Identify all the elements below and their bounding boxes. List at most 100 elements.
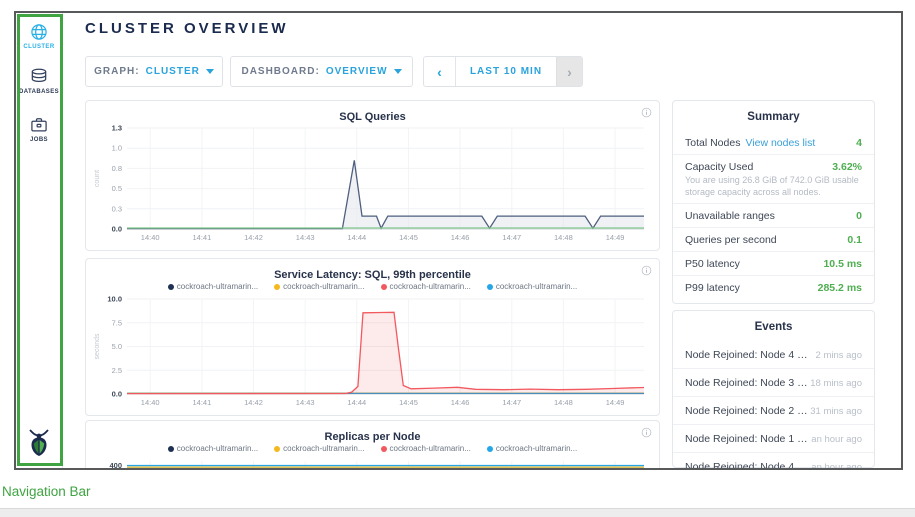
cockroach-logo[interactable] <box>26 428 52 463</box>
svg-text:0.5: 0.5 <box>112 184 122 193</box>
prev-time-button[interactable]: ‹ <box>424 57 456 86</box>
summary-row: Unavailable ranges0 <box>673 204 874 228</box>
legend-dot <box>274 284 280 290</box>
svg-text:14:41: 14:41 <box>193 398 212 407</box>
chart-card-sql-queries: SQL Queries 14:4014:4114:4214:4314:4414:… <box>85 100 660 251</box>
sidebar-item-jobs[interactable]: JOBS <box>16 115 62 143</box>
view-nodes-link[interactable]: View nodes list <box>745 137 815 149</box>
graph-dropdown[interactable]: GRAPH: CLUSTER <box>85 56 223 87</box>
event-row: Node Rejoined: Node 1 rej...an hour ago <box>673 425 874 453</box>
sidebar-item-databases[interactable]: DATABASES <box>16 67 62 95</box>
legend-item: cockroach-ultramarin... <box>274 444 364 453</box>
summary-value: 3.62% <box>832 161 862 173</box>
panel-title: Summary <box>673 101 874 131</box>
legend-dot <box>487 446 493 452</box>
event-text: Node Rejoined: Node 4 rej... <box>685 349 810 361</box>
database-icon <box>29 67 49 87</box>
svg-text:14:49: 14:49 <box>606 233 625 242</box>
svg-text:14:40: 14:40 <box>141 398 160 407</box>
svg-text:400: 400 <box>109 461 122 470</box>
legend-item: cockroach-ultramarin... <box>168 282 258 291</box>
annotation-label: Navigation Bar <box>2 484 91 499</box>
legend-item: cockroach-ultramarin... <box>274 282 364 291</box>
summary-label: P99 latency <box>685 282 740 294</box>
svg-text:7.5: 7.5 <box>112 318 122 327</box>
bottom-strip <box>0 508 915 517</box>
svg-text:14:46: 14:46 <box>451 398 470 407</box>
summary-value: 0.1 <box>847 234 862 246</box>
chart-plot: 14:4014:4114:4214:4314:4414:4514:4614:47… <box>89 293 656 411</box>
chart-title: Replicas per Node <box>325 431 421 443</box>
sidebar-item-label: DATABASES <box>16 89 62 95</box>
svg-text:14:45: 14:45 <box>399 233 418 242</box>
info-icon[interactable] <box>641 265 652 276</box>
legend-label: cockroach-ultramarin... <box>177 282 258 291</box>
legend-label: cockroach-ultramarin... <box>390 282 471 291</box>
graph-dropdown-value: CLUSTER <box>146 66 200 77</box>
summary-label: Unavailable ranges <box>685 210 775 222</box>
sidebar-item-label: JOBS <box>16 137 62 143</box>
info-icon[interactable] <box>641 427 652 438</box>
summary-label: Total Nodes <box>685 137 740 149</box>
legend-label: cockroach-ultramarin... <box>283 444 364 453</box>
svg-text:1.0: 1.0 <box>112 144 122 153</box>
event-time: 18 mins ago <box>810 378 862 389</box>
events-panel: Events Node Rejoined: Node 4 rej... 2 min… <box>672 310 875 468</box>
svg-text:14:47: 14:47 <box>502 398 521 407</box>
event-row: Node Rejoined: Node 3 rej...18 mins ago <box>673 369 874 397</box>
panel-title: Events <box>673 311 874 341</box>
chart-card-replicas-per-node: Replicas per Node cockroach-ultramarin..… <box>85 420 660 470</box>
summary-row: P99 latency285.2 ms <box>673 276 874 299</box>
legend-item: cockroach-ultramarin... <box>487 444 577 453</box>
legend-dot <box>381 284 387 290</box>
svg-text:14:42: 14:42 <box>244 233 263 242</box>
svg-text:0.8: 0.8 <box>112 164 122 173</box>
summary-value: 10.5 ms <box>823 258 862 270</box>
svg-text:2.5: 2.5 <box>112 366 122 375</box>
svg-text:seconds: seconds <box>94 333 101 360</box>
page-title: CLUSTER OVERVIEW <box>85 20 289 37</box>
summary-row: P50 latency10.5 ms <box>673 252 874 276</box>
svg-text:0.3: 0.3 <box>112 204 122 213</box>
legend-item: cockroach-ultramarin... <box>168 444 258 453</box>
event-time: 2 mins ago <box>816 350 862 361</box>
summary-value: 4 <box>856 137 862 149</box>
sidebar-item-cluster[interactable]: CLUSTER <box>16 22 62 50</box>
legend-label: cockroach-ultramarin... <box>496 444 577 453</box>
cockroach-bug-icon <box>26 428 52 458</box>
svg-text:14:48: 14:48 <box>554 233 573 242</box>
svg-text:14:49: 14:49 <box>606 398 625 407</box>
globe-icon <box>29 22 49 42</box>
chevron-down-icon <box>206 69 214 74</box>
summary-panel: Summary Total NodesView nodes list4Capac… <box>672 100 875 304</box>
time-range-control: ‹ LAST 10 MIN › <box>423 56 583 87</box>
time-range-label[interactable]: LAST 10 MIN <box>456 57 556 86</box>
event-text: Node Rejoined: Node 1 rej... <box>685 433 810 445</box>
event-row: Node Rejoined: Node 4 rej...an hour ago <box>673 453 874 470</box>
event-row: Node Rejoined: Node 2 rej...31 mins ago <box>673 397 874 425</box>
svg-text:14:42: 14:42 <box>244 398 263 407</box>
legend-dot <box>168 446 174 452</box>
svg-text:1.3: 1.3 <box>112 124 122 133</box>
legend-dot <box>274 446 280 452</box>
legend-label: cockroach-ultramarin... <box>496 282 577 291</box>
next-time-button[interactable]: › <box>556 57 582 86</box>
briefcase-icon <box>29 115 49 135</box>
sidebar: CLUSTER DATABASES JOBS <box>16 13 63 468</box>
svg-text:14:44: 14:44 <box>347 233 366 242</box>
svg-text:count: count <box>94 170 101 187</box>
legend-dot <box>381 446 387 452</box>
capacity-note: You are using 26.8 GiB of 742.0 GiB usab… <box>685 175 862 198</box>
legend-label: cockroach-ultramarin... <box>283 282 364 291</box>
chart-plot: 14:4014:4114:4214:4314:4414:4514:4614:47… <box>89 122 656 246</box>
legend-item: cockroach-ultramarin... <box>381 444 471 453</box>
event-time: an hour ago <box>811 434 862 445</box>
svg-text:14:48: 14:48 <box>554 398 573 407</box>
svg-text:14:41: 14:41 <box>193 233 212 242</box>
chart-card-service-latency: Service Latency: SQL, 99th percentile co… <box>85 258 660 416</box>
info-icon[interactable] <box>641 107 652 118</box>
event-text: Node Rejoined: Node 2 rej... <box>685 405 810 417</box>
summary-row: Queries per second0.1 <box>673 228 874 252</box>
svg-text:5.0: 5.0 <box>112 342 122 351</box>
dashboard-dropdown[interactable]: DASHBOARD: OVERVIEW <box>230 56 413 87</box>
